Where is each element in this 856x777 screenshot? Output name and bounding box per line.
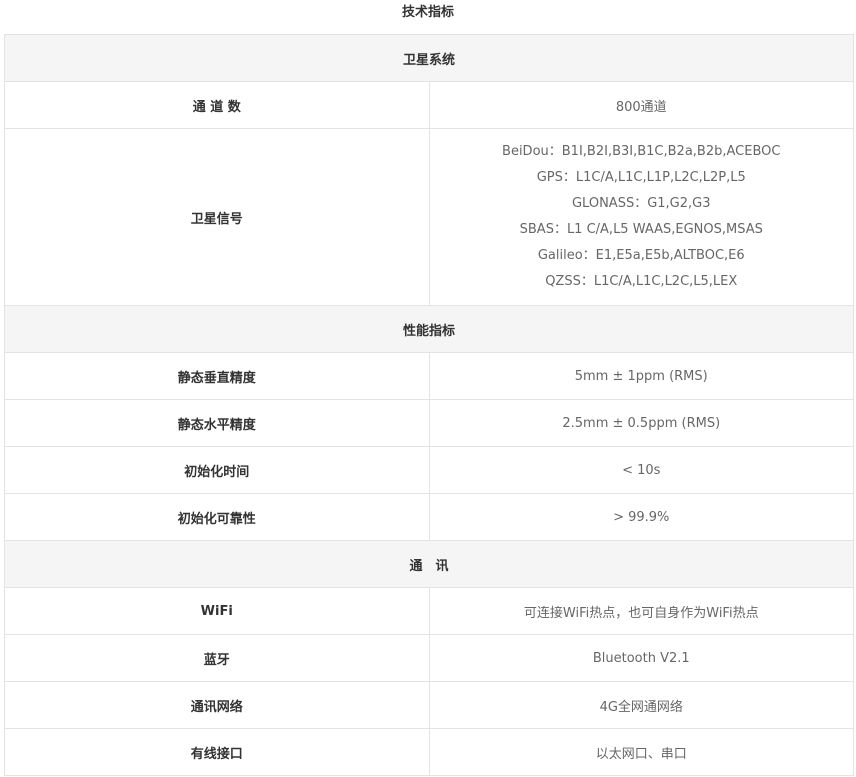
row-label-signals: 卫星信号 (4, 128, 430, 306)
row-label-wifi: WiFi (4, 587, 430, 635)
table-row: 初始化时间 < 10s (4, 446, 854, 494)
table-row: 静态垂直精度 5mm ± 1ppm (RMS) (4, 352, 854, 400)
row-value-wired-interface: 以太网口、串口 (428, 728, 854, 776)
section-header-row: 性能指标 (4, 305, 854, 353)
row-label-wired-interface: 有线接口 (4, 728, 430, 776)
signal-beidou: BeiDou：B1I,B2I,B3I,B1C,B2a,B2b,ACEBOC (502, 144, 781, 159)
row-value-network: 4G全网通网络 (428, 681, 854, 729)
row-label-vertical-accuracy: 静态垂直精度 (4, 352, 430, 400)
signal-glonass: GLONASS：G1,G2,G3 (571, 196, 711, 211)
table-row: WiFi 可连接WiFi热点，也可自身作为WiFi热点 (4, 587, 854, 635)
row-value-init-reliability: > 99.9% (428, 493, 854, 541)
row-value-wifi: 可连接WiFi热点，也可自身作为WiFi热点 (428, 587, 854, 635)
signal-gps: GPS：L1C/A,L1C,L1P,L2C,L2P,L5 (536, 170, 746, 185)
row-value-bluetooth: Bluetooth V2.1 (428, 634, 854, 682)
section-header-row: 通 讯 (4, 540, 854, 588)
signal-qzss: QZSS：L1C/A,L1C,L2C,L5,LEX (545, 274, 738, 289)
table-row: 有线接口 以太网口、串口 (4, 728, 854, 776)
table-row: 通 道 数 800通道 (4, 81, 854, 129)
signal-galileo: Galileo：E1,E5a,E5b,ALTBOC,E6 (537, 248, 745, 263)
row-label-network: 通讯网络 (4, 681, 430, 729)
section-title-performance: 性能指标 (4, 305, 854, 353)
row-label-horizontal-accuracy: 静态水平精度 (4, 399, 430, 447)
row-value-channels: 800通道 (428, 81, 854, 129)
spec-table: 卫星系统 通 道 数 800通道 卫星信号 BeiDou：B1I,B2I,B3I… (4, 34, 854, 776)
table-row: 静态水平精度 2.5mm ± 0.5ppm (RMS) (4, 399, 854, 447)
signal-sbas: SBAS：L1 C/A,L5 WAAS,EGNOS,MSAS (519, 222, 763, 237)
row-label-bluetooth: 蓝牙 (4, 634, 430, 682)
row-value-init-time: < 10s (428, 446, 854, 494)
section-header-row: 卫星系统 (4, 34, 854, 82)
table-row: 通讯网络 4G全网通网络 (4, 681, 854, 729)
page-title: 技术指标 (401, 5, 454, 20)
row-value-horizontal-accuracy: 2.5mm ± 0.5ppm (RMS) (428, 399, 854, 447)
row-label-init-time: 初始化时间 (4, 446, 430, 494)
row-value-vertical-accuracy: 5mm ± 1ppm (RMS) (428, 352, 854, 400)
section-title-satellite: 卫星系统 (4, 34, 854, 82)
row-label-init-reliability: 初始化可靠性 (4, 493, 430, 541)
table-row: 初始化可靠性 > 99.9% (4, 493, 854, 541)
section-title-communication: 通 讯 (4, 540, 854, 588)
row-label-channels: 通 道 数 (4, 81, 430, 129)
row-value-signals: BeiDou：B1I,B2I,B3I,B1C,B2a,B2b,ACEBOC GP… (428, 128, 854, 306)
table-row: 卫星信号 BeiDou：B1I,B2I,B3I,B1C,B2a,B2b,ACEB… (4, 128, 854, 306)
table-row: 蓝牙 Bluetooth V2.1 (4, 634, 854, 682)
